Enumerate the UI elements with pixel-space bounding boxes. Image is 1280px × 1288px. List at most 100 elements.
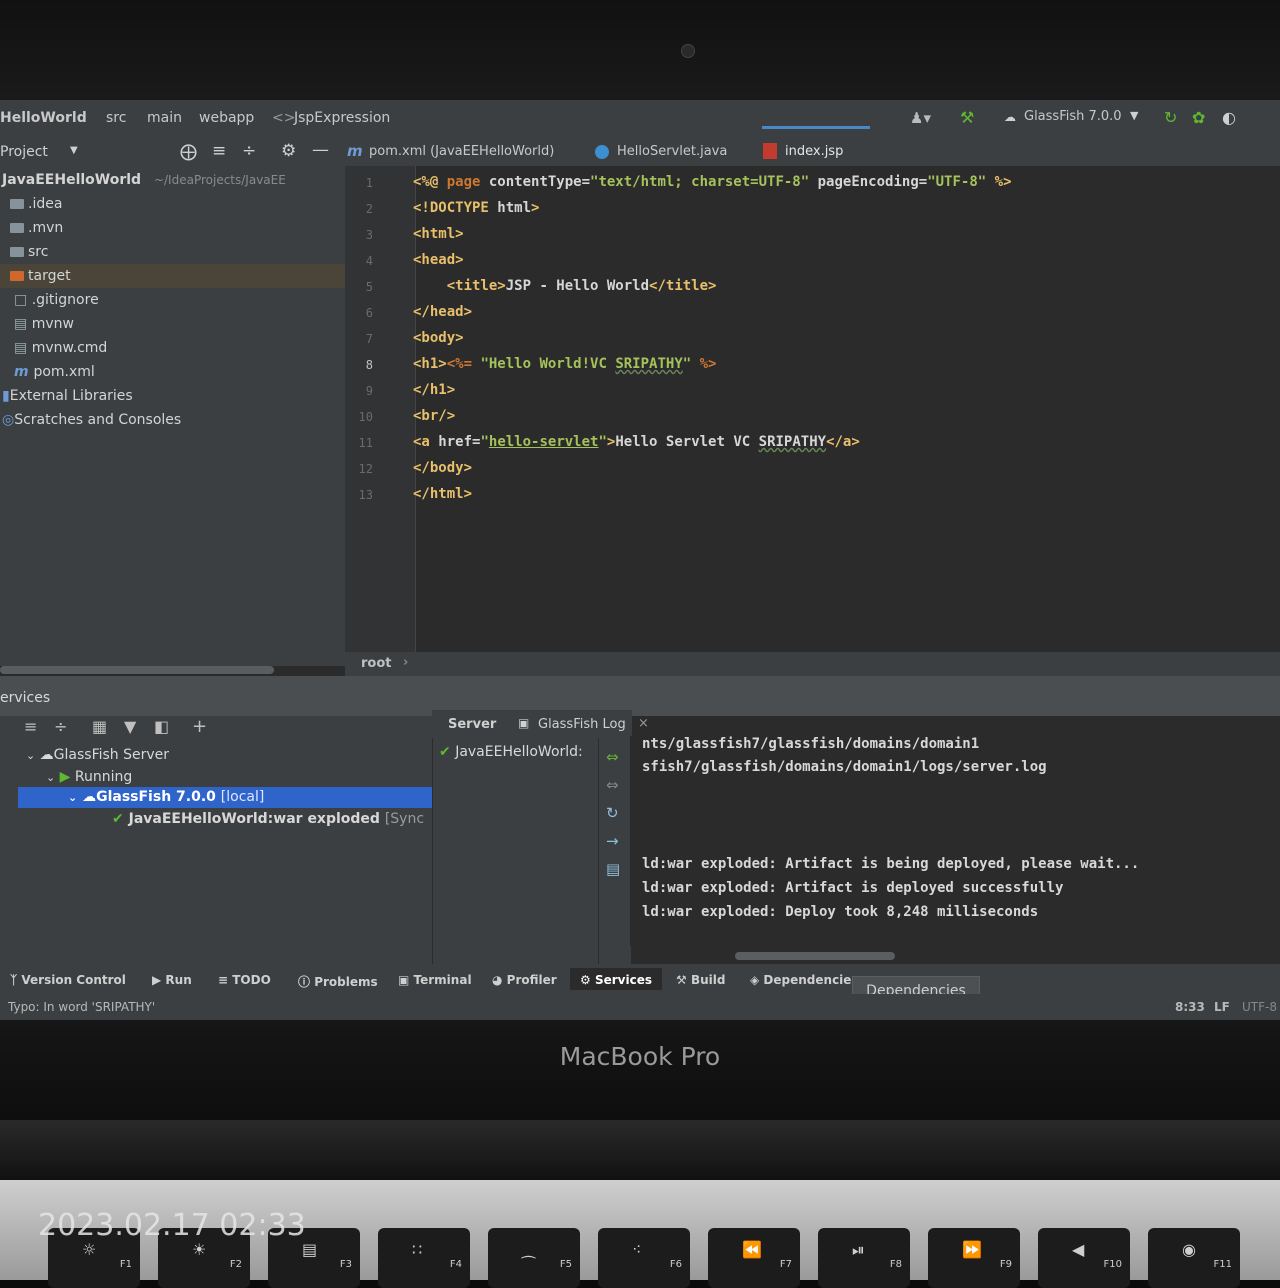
key-f9[interactable]: ⏩ F9 xyxy=(928,1228,1020,1288)
service-glassfish-instance[interactable]: ⌄ ☁GlassFish 7.0.0 [local] xyxy=(68,787,264,808)
hide-icon[interactable]: — xyxy=(312,140,329,160)
services-icon: ⚙ xyxy=(580,973,591,987)
tool-profiler[interactable]: ◕ Profiler xyxy=(492,973,557,987)
tree-item-label: .gitignore xyxy=(31,292,99,308)
service-artifact[interactable]: ✔ JavaEEHelloWorld:war exploded [Sync xyxy=(112,809,424,830)
tree-item-gitignore[interactable]: □ .gitignore xyxy=(14,288,99,312)
project-tree-scrollbar[interactable] xyxy=(0,666,274,674)
top-bezel xyxy=(0,0,1280,100)
tree-root[interactable]: JavaEEHelloWorld ~/IdeaProjects/JavaEE xyxy=(2,168,286,192)
expand-all-icon[interactable]: ≡ xyxy=(212,141,226,161)
code-editor[interactable]: 1 2 3 4 5 6 7 8 9 10 11 12 13 <%@ page c… xyxy=(345,166,1280,652)
deployment-item[interactable]: ✔ JavaEEHelloWorld: xyxy=(439,744,583,760)
dependencies-icon: ◈ xyxy=(750,973,760,987)
breadcrumb-src[interactable]: src xyxy=(106,110,126,126)
keyboard-light-down-icon: ⁔ xyxy=(522,1240,535,1259)
tool-services[interactable]: ⚙ Services xyxy=(580,973,652,987)
project-panel-title[interactable]: Project xyxy=(0,144,48,160)
tool-terminal[interactable]: ▣ Terminal xyxy=(398,973,472,987)
tree-item-mvnw-cmd[interactable]: ▤ mvnw.cmd xyxy=(14,336,107,360)
chevron-down-icon[interactable]: ▼ xyxy=(1130,109,1138,122)
tool-build[interactable]: ⚒ Build xyxy=(676,973,725,987)
console-scrollbar[interactable] xyxy=(735,952,895,960)
tab-server[interactable]: Server xyxy=(448,717,496,732)
folder-icon xyxy=(10,247,24,257)
collapse-all-icon[interactable]: ÷ xyxy=(242,141,256,161)
tree-item-mvn[interactable]: .mvn xyxy=(10,216,63,240)
deployment-label: JavaEEHelloWorld: xyxy=(455,744,583,760)
breadcrumb-main[interactable]: main xyxy=(147,110,182,126)
caret-position[interactable]: 8:33 xyxy=(1175,1000,1205,1014)
play-pause-icon: ⏯ xyxy=(852,1240,865,1259)
code-line-5: <title>JSP - Hello World</title> xyxy=(446,278,717,294)
deploy-icon[interactable]: ⇔ xyxy=(606,748,619,766)
glassfish-log-console[interactable]: nts/glassfish7/glassfish/domains/domain1… xyxy=(630,736,1280,946)
user-icon[interactable]: ♟▾ xyxy=(910,109,931,127)
tool-version-control[interactable]: ᛉ Version Control xyxy=(10,973,126,987)
close-icon[interactable]: × xyxy=(638,716,649,731)
collapse-all-icon[interactable]: ÷ xyxy=(54,717,67,736)
tab-glassfish-log[interactable]: GlassFish Log xyxy=(538,717,626,732)
tree-item-pom-xml[interactable]: m pom.xml xyxy=(14,360,95,384)
status-message[interactable]: Typo: In word 'SRIPATHY' xyxy=(8,1000,155,1014)
tree-root-name: JavaEEHelloWorld xyxy=(2,172,142,188)
debug-icon[interactable]: ✿ xyxy=(1192,108,1205,127)
tool-todo[interactable]: ≡ TODO xyxy=(218,973,271,987)
key-f11[interactable]: ◉ F11 xyxy=(1148,1228,1240,1288)
key-f7[interactable]: ⏪ F7 xyxy=(708,1228,800,1288)
profile-icon[interactable]: ◐ xyxy=(1222,108,1236,127)
add-service-icon[interactable]: + xyxy=(192,716,207,737)
new-tab-icon[interactable]: ◧ xyxy=(154,717,169,736)
key-f6[interactable]: ⁖ F6 xyxy=(598,1228,690,1288)
service-running-group[interactable]: ⌄ ▶ Running xyxy=(46,767,132,788)
tree-item-label: src xyxy=(28,244,49,260)
undeploy-icon[interactable]: ⇔ xyxy=(606,776,619,794)
open-browser-icon[interactable]: ▤ xyxy=(606,860,620,878)
breadcrumb-webapp[interactable]: webapp xyxy=(199,110,254,126)
build-hammer-icon[interactable]: ⚒ xyxy=(960,108,974,127)
tree-item-mvnw[interactable]: ▤ mvnw xyxy=(14,312,74,336)
tab-index-jsp[interactable]: index.jsp xyxy=(785,144,843,159)
tree-item-external-libraries[interactable]: ▮External Libraries xyxy=(2,384,133,408)
code-line-9: </h1> xyxy=(413,382,456,398)
filter-icon[interactable]: ▼ xyxy=(124,717,136,736)
services-detail-tabs: Server ▣ GlassFish Log × xyxy=(432,710,649,738)
file-encoding[interactable]: UTF-8 xyxy=(1242,1000,1277,1014)
tool-problems[interactable]: ⓘ Problems xyxy=(298,973,378,990)
breadcrumb-project[interactable]: HelloWorld xyxy=(0,110,87,126)
line-number: 5 xyxy=(365,280,373,294)
key-f8[interactable]: ⏯ F8 xyxy=(818,1228,910,1288)
key-f4[interactable]: ∷ F4 xyxy=(378,1228,470,1288)
tab-hello-servlet[interactable]: HelloServlet.java xyxy=(617,144,727,159)
tab-pom-xml[interactable]: pom.xml (JavaEEHelloWorld) xyxy=(369,144,554,159)
run-configuration-select[interactable]: GlassFish 7.0.0 xyxy=(1024,109,1122,124)
breadcrumb-root[interactable]: root xyxy=(361,656,392,671)
line-separator[interactable]: LF xyxy=(1214,1000,1230,1014)
refresh-icon[interactable]: ↻ xyxy=(606,804,619,822)
code-line-1: <%@ page contentType="text/html; charset… xyxy=(413,174,1012,190)
tool-label: Dependencies xyxy=(763,973,859,987)
line-number: 12 xyxy=(358,462,373,476)
tree-item-scratches[interactable]: ◎Scratches and Consoles xyxy=(2,408,181,432)
tree-item-src[interactable]: src xyxy=(10,240,48,264)
chevron-down-icon[interactable]: ▼ xyxy=(70,145,78,156)
expand-all-icon[interactable]: ≡ xyxy=(24,717,37,736)
tool-window-bar: ᛉ Version Control ▶ Run ≡ TODO ⓘ Problem… xyxy=(0,964,1280,994)
tool-run[interactable]: ▶ Run xyxy=(152,973,192,987)
code-line-11: <a href="hello-servlet">Hello Servlet VC… xyxy=(413,434,860,450)
rerun-icon[interactable]: ↻ xyxy=(1164,108,1177,127)
tree-item-label: .mvn xyxy=(28,220,64,236)
key-label: F1 xyxy=(119,1259,132,1270)
arrow-right-icon[interactable]: → xyxy=(606,832,619,850)
tree-item-target[interactable]: target xyxy=(0,264,345,288)
breadcrumb-jsp-expression[interactable]: JspExpression xyxy=(294,110,390,126)
tool-dependencies[interactable]: ◈ Dependencies xyxy=(750,973,859,987)
group-by-icon[interactable]: ▦ xyxy=(92,717,107,736)
key-f5[interactable]: ⁔ F5 xyxy=(488,1228,580,1288)
key-f10[interactable]: ◀ F10 xyxy=(1038,1228,1130,1288)
service-glassfish-server[interactable]: ⌄ ☁GlassFish Server xyxy=(26,745,169,766)
gear-icon[interactable]: ⚙ xyxy=(281,141,296,161)
maven-icon: m xyxy=(14,364,34,380)
locate-icon[interactable]: ⨁ xyxy=(180,142,197,162)
tree-item-idea[interactable]: .idea xyxy=(10,192,62,216)
